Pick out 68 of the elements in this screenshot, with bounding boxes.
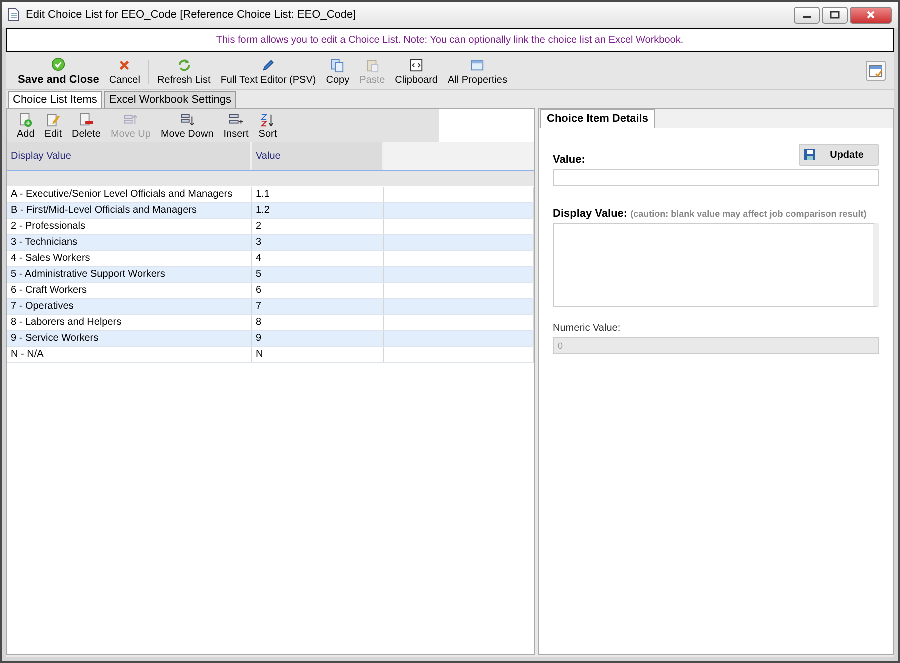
- table-cell: 7: [252, 299, 384, 314]
- copy-icon: [330, 58, 346, 73]
- refresh-icon: [176, 58, 192, 73]
- tab[interactable]: Choice List Items: [8, 91, 102, 108]
- close-icon: [866, 11, 876, 19]
- document-icon: [8, 8, 20, 22]
- toolbar-button[interactable]: Save and Close: [14, 57, 104, 86]
- table-cell: 1.1: [252, 187, 384, 202]
- close-button[interactable]: [850, 6, 892, 24]
- window-title: Edit Choice List for EEO_Code [Reference Choice List: EEO_Code]: [26, 9, 358, 21]
- sort-icon: [260, 113, 276, 128]
- table-cell: 6: [252, 283, 384, 298]
- table-cell: 5: [252, 267, 384, 282]
- toolbar-button[interactable]: All Properties: [444, 58, 512, 86]
- table-cell: 8 - Laborers and Helpers: [7, 315, 252, 330]
- field-label: Numeric Value:: [553, 323, 621, 334]
- column-header[interactable]: Display Value: [7, 142, 252, 170]
- field-label: Display Value:: [553, 208, 628, 220]
- table-cell: 1.2: [252, 203, 384, 218]
- table-cell: 9 - Service Workers: [7, 331, 252, 346]
- table-cell: 3 - Technicians: [7, 235, 252, 250]
- toolbar-button[interactable]: Cancel: [105, 58, 144, 86]
- list-toolbar-button[interactable]: Delete: [68, 113, 105, 140]
- toolbar-button[interactable]: Refresh List: [153, 58, 215, 86]
- toolbar-button[interactable]: Full Text Editor (PSV): [216, 58, 320, 86]
- column-header[interactable]: Value: [252, 142, 384, 170]
- save-icon: [804, 149, 816, 161]
- check-icon: [51, 57, 66, 72]
- tab[interactable]: Choice Item Details: [540, 109, 656, 128]
- table-cell: 2: [252, 219, 384, 234]
- list-toolbar-button[interactable]: Sort: [254, 113, 282, 140]
- field-label: Value:: [553, 154, 586, 166]
- list-toolbar-button[interactable]: Add: [13, 113, 39, 140]
- table-cell: 2 - Professionals: [7, 219, 252, 234]
- info-message: This form allows you to edit a Choice List. Note: You can optionally link the choice list an Excel Workbook.: [216, 34, 684, 46]
- calendar-icon[interactable]: [866, 61, 886, 81]
- list-toolbar-button[interactable]: Move Down: [156, 113, 218, 140]
- table-cell: B - First/Mid-Level Officials and Managers: [7, 203, 252, 218]
- update-button[interactable]: Update: [799, 144, 879, 166]
- table-cell: 3: [252, 235, 384, 250]
- caution-note: (caution: blank value may affect job comparison result): [630, 209, 867, 219]
- table-cell: A - Executive/Senior Level Officials and Managers: [7, 187, 252, 202]
- input-field[interactable]: [553, 169, 879, 186]
- tab[interactable]: Excel Workbook Settings: [104, 91, 236, 108]
- pencil-icon: [261, 58, 276, 73]
- table-cell: 8: [252, 315, 384, 330]
- table-cell: N - N/A: [7, 347, 252, 362]
- delete-icon: [78, 113, 94, 128]
- maximize-icon: [830, 11, 840, 19]
- maximize-button[interactable]: [822, 6, 848, 24]
- code-icon: [409, 58, 424, 73]
- window-icon: [470, 58, 486, 73]
- edit-icon: [46, 113, 61, 128]
- table-cell: N: [252, 347, 384, 362]
- list-toolbar-button[interactable]: Insert: [220, 113, 253, 140]
- table-cell: 4 - Sales Workers: [7, 251, 252, 266]
- table-cell: 5 - Administrative Support Workers: [7, 267, 252, 282]
- list-toolbar-button[interactable]: Edit: [40, 113, 66, 140]
- minimize-button[interactable]: [794, 6, 820, 24]
- table-cell: 4: [252, 251, 384, 266]
- table-cell: 9: [252, 331, 384, 346]
- table-cell: 6 - Craft Workers: [7, 283, 252, 298]
- toolbar-button[interactable]: Clipboard: [391, 58, 442, 86]
- move-down-icon: [180, 113, 195, 128]
- add-icon: [18, 113, 34, 128]
- paste-icon: [364, 58, 380, 73]
- toolbar-button[interactable]: Copy: [322, 58, 354, 86]
- table-cell: 7 - Operatives: [7, 299, 252, 314]
